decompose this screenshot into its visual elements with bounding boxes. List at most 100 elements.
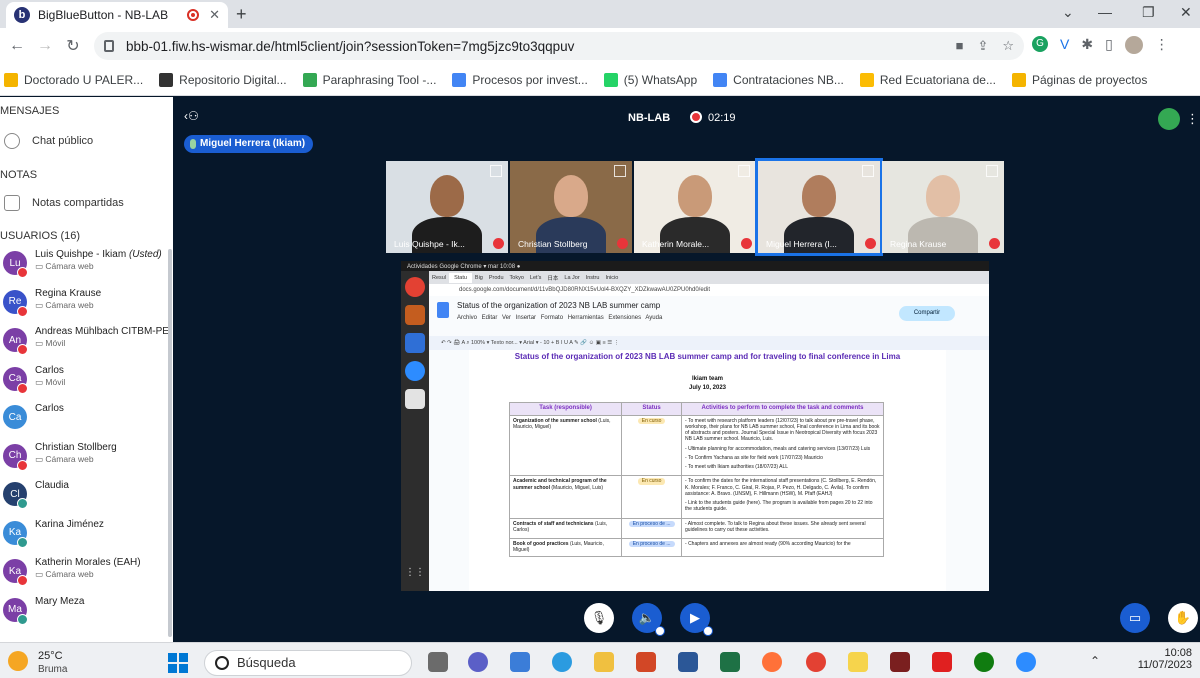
forward-icon[interactable]: → bbox=[34, 37, 56, 55]
close-window-icon[interactable]: ✕ bbox=[1180, 4, 1192, 21]
chat-icon bbox=[4, 133, 20, 149]
minimize-icon[interactable]: — bbox=[1098, 4, 1112, 20]
user-avatar: Ca bbox=[3, 405, 27, 429]
shared-chrome-tabs: Resul Statu Big Produ Tokyo Let's 日本 La Jor Inst… bbox=[429, 271, 989, 284]
chrome-taskbar-icon[interactable] bbox=[806, 652, 826, 672]
fullscreen-icon[interactable] bbox=[862, 165, 874, 177]
user-list-scrollbar[interactable] bbox=[168, 249, 172, 637]
share-icon[interactable]: ⇪ bbox=[977, 38, 988, 54]
fullscreen-icon[interactable] bbox=[986, 165, 998, 177]
vpn-icon[interactable]: V bbox=[1060, 36, 1069, 54]
sticky-notes-icon[interactable] bbox=[848, 652, 868, 672]
back-icon[interactable]: ← bbox=[6, 37, 28, 55]
bookmark-item[interactable]: Procesos por invest... bbox=[452, 72, 588, 87]
user-list-item[interactable]: Lu Luis Quishpe - Ikiam (Usted) ▭ Cámara w… bbox=[3, 247, 171, 283]
shared-notes-item[interactable]: Notas compartidas bbox=[4, 195, 124, 211]
activities-cell: - To confirm the dates for the internati… bbox=[681, 475, 884, 519]
acrobat-icon[interactable] bbox=[932, 652, 952, 672]
menu-kebab-icon[interactable]: ⋮ bbox=[1155, 36, 1169, 54]
bookmark-icon bbox=[859, 72, 874, 87]
messages-header: MENSAJES bbox=[0, 105, 60, 117]
bookmark-item[interactable]: Contrataciones NB... bbox=[713, 72, 844, 87]
user-name: Carlos bbox=[35, 403, 64, 414]
video-tile[interactable]: Luis Quishpe - Ik... bbox=[386, 161, 508, 253]
browser-tab[interactable]: b BigBlueButton - NB-LAB ✕ bbox=[6, 2, 228, 28]
user-list-item[interactable]: Ka Karina Jiménez bbox=[3, 517, 171, 553]
bookmark-star-icon[interactable]: ☆ bbox=[1002, 38, 1014, 54]
camera-options-chevron[interactable] bbox=[703, 626, 713, 636]
fullscreen-icon[interactable] bbox=[738, 165, 750, 177]
status-table: Task (responsible) Status Activities to … bbox=[508, 402, 884, 557]
bookmark-item[interactable]: Paraphrasing Tool -... bbox=[302, 72, 436, 87]
toggle-userlist-icon[interactable]: ‹⚇ bbox=[184, 109, 199, 123]
doc-date: July 10, 2023 bbox=[688, 385, 727, 391]
fullscreen-icon[interactable] bbox=[614, 165, 626, 177]
chevron-down-icon[interactable]: ⌄ bbox=[1062, 4, 1074, 21]
user-status-icon bbox=[17, 344, 28, 355]
video-tile[interactable]: Regina Krause bbox=[882, 161, 1004, 253]
shared-tab: Statu bbox=[449, 272, 472, 283]
edge-icon[interactable] bbox=[552, 652, 572, 672]
video-camera-icon: ▶ bbox=[690, 610, 700, 625]
profile-avatar[interactable] bbox=[1124, 36, 1143, 54]
camera-button[interactable]: ▶ bbox=[680, 603, 713, 636]
address-bar[interactable]: bbb-01.fiw.hs-wismar.de/html5client/join… bbox=[94, 32, 1024, 60]
activity-line: - Ultimate planning for accommodation, m… bbox=[685, 445, 871, 452]
bookmark-item[interactable]: (5) WhatsApp bbox=[603, 72, 697, 87]
video-tile[interactable]: Katherin Morale... bbox=[634, 161, 756, 253]
teams-chat-icon[interactable] bbox=[468, 652, 488, 672]
video-tile[interactable]: Miguel Herrera (I... bbox=[755, 158, 883, 256]
bookmark-item[interactable]: Red Ecuatoriana de... bbox=[859, 72, 996, 87]
audio-button[interactable]: 🔈 bbox=[632, 603, 665, 636]
app-icon[interactable] bbox=[890, 652, 910, 672]
raise-hand-button[interactable]: ✋ bbox=[1168, 603, 1198, 633]
taskbar-search[interactable]: Búsqueda bbox=[204, 650, 412, 676]
user-status-icon bbox=[17, 498, 28, 509]
video-tile[interactable]: Christian Stollberg bbox=[510, 161, 632, 253]
close-tab-icon[interactable]: ✕ bbox=[209, 7, 220, 23]
mute-microphone-button[interactable]: 🎙 bbox=[584, 603, 614, 633]
task-view-icon[interactable] bbox=[428, 652, 448, 672]
shared-notes-label: Notas compartidas bbox=[32, 197, 124, 209]
fullscreen-icon[interactable] bbox=[490, 165, 502, 177]
network-icon[interactable]: ⌃ bbox=[1090, 654, 1100, 668]
table-row: Academic and technical program of the su… bbox=[508, 475, 884, 519]
extensions-puzzle-icon[interactable]: ✱ bbox=[1081, 36, 1093, 54]
user-list-item[interactable]: Ch Christian Stollberg ▭ Cámara web bbox=[3, 440, 171, 476]
user-list-item[interactable]: Cl Claudia bbox=[3, 478, 171, 514]
user-list-item[interactable]: Ka Katherin Morales (EAH) ▭ Cámara web bbox=[3, 555, 171, 591]
side-panel-icon[interactable]: ▯ bbox=[1105, 36, 1113, 54]
user-list-item[interactable]: Ma Mary Meza bbox=[3, 594, 171, 630]
notepad-icon[interactable] bbox=[510, 652, 530, 672]
user-list-item[interactable]: Re Regina Krause ▭ Cámara web bbox=[3, 286, 171, 322]
zoom-taskbar-icon[interactable] bbox=[1016, 652, 1036, 672]
taskbar-clock[interactable]: 10:08 11/07/2023 bbox=[1130, 647, 1192, 671]
weather-widget[interactable]: 25°C Bruma bbox=[8, 647, 98, 675]
file-explorer-icon[interactable] bbox=[594, 652, 614, 672]
user-list-item[interactable]: Ca Carlos bbox=[3, 401, 171, 437]
bookmark-item[interactable]: Repositorio Digital... bbox=[159, 72, 287, 87]
firefox-icon[interactable] bbox=[762, 652, 782, 672]
user-list-item[interactable]: An Andreas Mühlbach CITBM-PE ▭ Móvil bbox=[3, 324, 171, 360]
reload-icon[interactable]: ↻ bbox=[62, 36, 84, 56]
new-tab-icon[interactable]: + bbox=[236, 4, 247, 25]
excel-icon[interactable] bbox=[720, 652, 740, 672]
user-list-item[interactable]: Ca Carlos ▭ Móvil bbox=[3, 363, 171, 399]
connection-status-icon[interactable] bbox=[1158, 108, 1180, 130]
powerpoint-icon[interactable] bbox=[636, 652, 656, 672]
public-chat-item[interactable]: Chat público bbox=[4, 133, 93, 149]
status-chip: En proceso de ... bbox=[628, 520, 675, 527]
options-menu-icon[interactable]: ⋮ bbox=[1186, 111, 1199, 127]
recording-indicator-icon[interactable] bbox=[690, 111, 702, 123]
bookmark-item[interactable]: Páginas de proyectos bbox=[1011, 72, 1147, 87]
grammarly-icon[interactable]: G bbox=[1032, 36, 1048, 52]
word-icon[interactable] bbox=[678, 652, 698, 672]
restore-icon[interactable]: ❐ bbox=[1142, 4, 1155, 21]
xbox-icon[interactable] bbox=[974, 652, 994, 672]
audio-options-chevron[interactable] bbox=[655, 626, 665, 636]
windows-start-icon[interactable] bbox=[168, 653, 188, 673]
zoom-dock-icon bbox=[405, 361, 425, 381]
camera-icon[interactable]: ■ bbox=[956, 38, 964, 54]
presentation-button[interactable]: ▭ bbox=[1120, 603, 1150, 633]
bookmark-item[interactable]: Doctorado U PALER... bbox=[4, 72, 143, 87]
